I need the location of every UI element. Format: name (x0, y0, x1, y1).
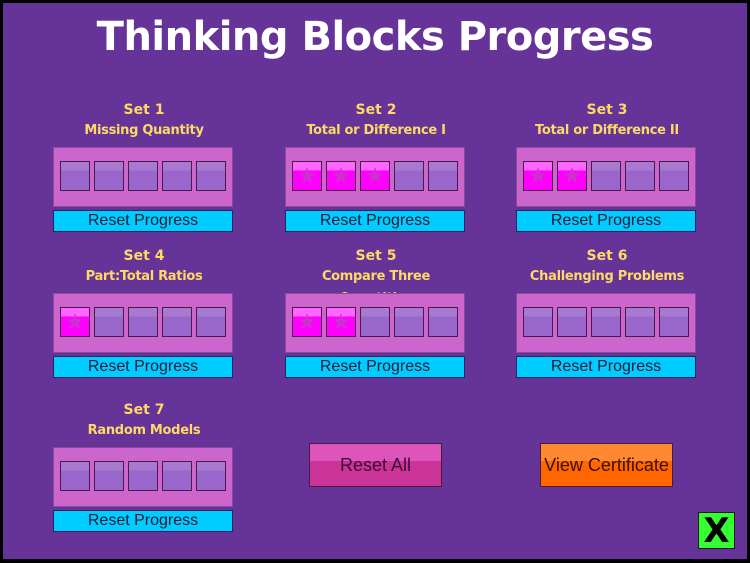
progress-block-empty (625, 161, 655, 191)
progress-block-complete: ★ (326, 161, 356, 191)
progress-block-empty (128, 161, 158, 191)
progress-tray (516, 293, 696, 353)
progress-block-empty (94, 161, 124, 191)
progress-tray: ★ ★ (516, 147, 696, 207)
progress-block-empty (196, 461, 226, 491)
progress-block-empty (196, 161, 226, 191)
set-panel-7: Set 7 Random Models Reset Progress (53, 400, 235, 532)
set-panel-2: Set 2 Total or Difference I ★ ★ ★ Reset Progr… (285, 100, 467, 232)
progress-block-empty (128, 307, 158, 337)
progress-tray: ★ ★ (285, 293, 465, 353)
star-icon: ★ (528, 163, 548, 188)
set-panel-1: Set 1 Missing Quantity Reset Progress (53, 100, 235, 232)
progress-block-empty (60, 461, 90, 491)
progress-tray: ★ (53, 293, 233, 353)
progress-block-complete: ★ (360, 161, 390, 191)
set-name: Total or Difference II (535, 123, 679, 138)
reset-all-button[interactable]: Reset All (309, 443, 442, 487)
star-icon: ★ (365, 163, 385, 188)
progress-block-empty (162, 161, 192, 191)
progress-block-empty (360, 307, 390, 337)
set-panel-5: Set 5Compare Three Quantities★★Reset Pro… (285, 246, 467, 378)
progress-block-empty (94, 307, 124, 337)
set-number: Set 2 (355, 102, 397, 118)
progress-block-empty (659, 307, 689, 337)
star-icon: ★ (562, 163, 582, 188)
progress-block-complete: ★ (326, 307, 356, 337)
set-panel-6: Set 6 Challenging Problems Reset Progress (516, 246, 698, 378)
close-button[interactable]: X (698, 512, 735, 549)
reset-progress-button[interactable]: Reset Progress (53, 510, 233, 532)
progress-block-empty (591, 307, 621, 337)
set-name: Total or Difference I (306, 123, 446, 138)
set-number: Set 4 (123, 248, 165, 264)
reset-progress-button[interactable]: Reset Progress (53, 210, 233, 232)
star-icon: ★ (297, 163, 317, 188)
progress-tray (53, 447, 233, 507)
progress-block-empty (523, 307, 553, 337)
progress-block-empty (394, 161, 424, 191)
progress-block-empty (162, 461, 192, 491)
set-number: Set 6 (586, 248, 628, 264)
progress-block-empty (394, 307, 424, 337)
progress-tray: ★ ★ ★ (285, 147, 465, 207)
progress-block-empty (659, 161, 689, 191)
progress-block-complete: ★ (557, 161, 587, 191)
progress-block-complete: ★ (523, 161, 553, 191)
reset-progress-button[interactable]: Reset Progress (516, 356, 696, 378)
set-name: Part:Total Ratios (85, 269, 203, 284)
set-name: Compare Three Quantities (321, 269, 431, 306)
set-panel-4: Set 4 Part:Total Ratios ★ Reset Progress (53, 246, 235, 378)
star-icon: ★ (331, 309, 351, 334)
progress-block-complete: ★ (292, 307, 322, 337)
reset-progress-button[interactable]: Reset Progress (285, 356, 465, 378)
view-certificate-button[interactable]: View Certificate (540, 443, 673, 487)
page-title: Thinking Blocks Progress (96, 14, 654, 60)
close-icon: X (703, 511, 730, 551)
progress-tray (53, 147, 233, 207)
progress-block-empty (591, 161, 621, 191)
set-name: Random Models (87, 423, 201, 438)
set-number: Set 1 (123, 102, 165, 118)
set-number: Set 7 (123, 402, 165, 418)
progress-block-empty (625, 307, 655, 337)
set-panel-3: Set 3 Total or Difference II ★ ★ Reset Progr… (516, 100, 698, 232)
progress-block-complete: ★ (60, 307, 90, 337)
set-number: Set 3 (586, 102, 628, 118)
progress-block-empty (428, 161, 458, 191)
progress-block-empty (557, 307, 587, 337)
progress-block-empty (196, 307, 226, 337)
progress-block-empty (162, 307, 192, 337)
reset-progress-button[interactable]: Reset Progress (516, 210, 696, 232)
reset-progress-button[interactable]: Reset Progress (53, 356, 233, 378)
progress-block-empty (60, 161, 90, 191)
set-number: Set 5 (355, 248, 397, 264)
set-name: Challenging Problems (529, 269, 685, 284)
progress-block-empty (428, 307, 458, 337)
star-icon: ★ (297, 309, 317, 334)
set-name: Missing Quantity (84, 123, 204, 138)
reset-progress-button[interactable]: Reset Progress (285, 210, 465, 232)
progress-block-empty (128, 461, 158, 491)
progress-block-empty (94, 461, 124, 491)
star-icon: ★ (65, 309, 85, 334)
star-icon: ★ (331, 163, 351, 188)
progress-block-complete: ★ (292, 161, 322, 191)
